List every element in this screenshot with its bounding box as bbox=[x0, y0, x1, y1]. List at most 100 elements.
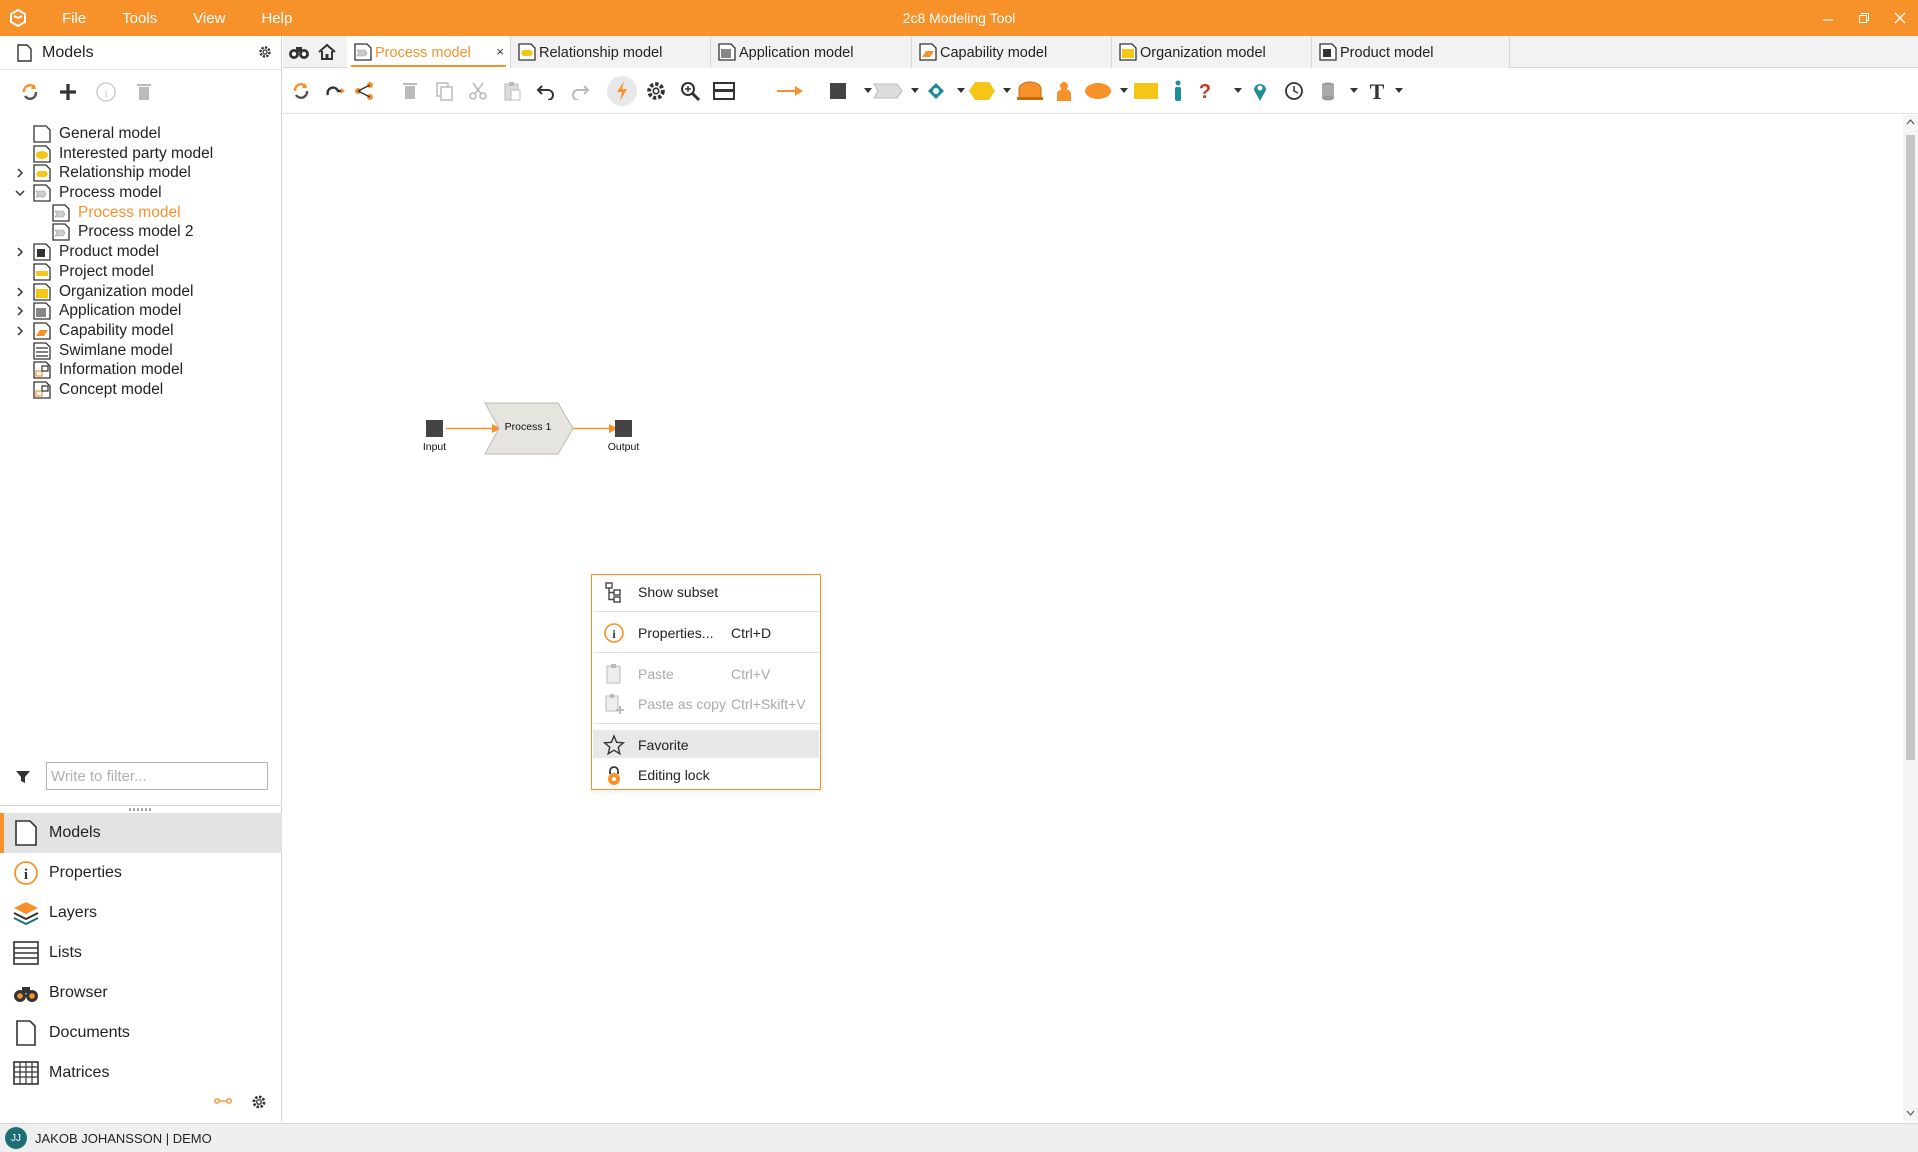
input-node[interactable] bbox=[426, 420, 443, 437]
text-tool-icon[interactable]: T bbox=[1362, 76, 1392, 106]
settings-gear-icon[interactable] bbox=[641, 76, 671, 106]
chevron-right-icon[interactable] bbox=[14, 167, 26, 179]
tab-capability-model[interactable]: Capability model bbox=[912, 36, 1112, 68]
tab-organization-model[interactable]: Organization model bbox=[1112, 36, 1312, 68]
menu-item-show-subset[interactable]: Show subset bbox=[593, 577, 819, 605]
tree-item[interactable]: Interested party model bbox=[0, 142, 282, 163]
note-shape-tool[interactable] bbox=[1131, 76, 1161, 106]
share-icon[interactable] bbox=[349, 76, 379, 106]
tree-item[interactable]: Capability model bbox=[0, 319, 282, 340]
nav-properties[interactable]: i Properties bbox=[0, 853, 282, 893]
layout-panel-icon[interactable] bbox=[709, 76, 739, 106]
tab-application-model[interactable]: Application model bbox=[711, 36, 912, 68]
link-icon[interactable] bbox=[214, 1096, 232, 1106]
nav-layers[interactable]: Layers bbox=[0, 893, 282, 933]
nav-matrices[interactable]: Matrices bbox=[0, 1053, 282, 1093]
boundary-shape-tool[interactable] bbox=[1015, 76, 1045, 106]
concept-model-icon bbox=[32, 381, 52, 399]
nav-browser[interactable]: Browser bbox=[0, 973, 282, 1013]
delete-element-button[interactable] bbox=[395, 76, 425, 106]
close-tab-icon[interactable]: × bbox=[496, 44, 504, 59]
tree-item[interactable]: Swimlane model bbox=[0, 339, 282, 360]
tree-item-label: Interested party model bbox=[59, 144, 214, 162]
vertical-scrollbar[interactable] bbox=[1903, 115, 1918, 1121]
hexagon-shape-tool[interactable] bbox=[967, 76, 997, 106]
info-button[interactable]: i bbox=[94, 80, 118, 104]
nav-documents[interactable]: Documents bbox=[0, 1013, 282, 1053]
connect-button[interactable] bbox=[320, 76, 350, 106]
undo-button[interactable] bbox=[531, 76, 561, 106]
svg-text:T: T bbox=[1370, 80, 1385, 102]
copy-button[interactable] bbox=[429, 76, 459, 106]
restore-button[interactable] bbox=[1846, 0, 1882, 36]
tree-item[interactable]: Application model bbox=[0, 299, 282, 320]
menu-file[interactable]: File bbox=[44, 10, 104, 27]
delete-button[interactable] bbox=[132, 80, 156, 104]
filter-input[interactable] bbox=[46, 762, 268, 790]
tree-item[interactable]: Concept model bbox=[0, 378, 282, 399]
redo-button[interactable] bbox=[565, 76, 595, 106]
menu-item-favorite[interactable]: Favorite bbox=[593, 730, 819, 758]
tree-item[interactable]: Relationship model bbox=[0, 161, 282, 183]
tab-product-model[interactable]: Product model bbox=[1312, 36, 1510, 68]
diagram-toolbar: ? T bbox=[283, 68, 1918, 114]
database-icon[interactable] bbox=[1313, 76, 1343, 106]
chevron-right-icon[interactable] bbox=[14, 305, 26, 317]
tree-item[interactable]: Project model bbox=[0, 260, 282, 281]
avatar[interactable]: JJ bbox=[5, 1127, 27, 1149]
location-pin-icon[interactable] bbox=[1245, 76, 1275, 106]
square-shape-tool[interactable] bbox=[823, 76, 853, 106]
ellipse-shape-tool[interactable] bbox=[1083, 76, 1113, 106]
menu-view[interactable]: View bbox=[175, 10, 243, 27]
menu-help[interactable]: Help bbox=[243, 10, 310, 27]
diamond-shape-tool[interactable] bbox=[921, 76, 951, 106]
quick-model-lightning-icon[interactable] bbox=[607, 76, 637, 106]
menu-tools[interactable]: Tools bbox=[104, 10, 175, 27]
close-window-button[interactable] bbox=[1882, 0, 1918, 36]
tree-item[interactable]: Process model bbox=[0, 181, 282, 202]
person-shape-tool[interactable] bbox=[1049, 76, 1079, 106]
panel-splitter[interactable] bbox=[0, 805, 282, 813]
nav-settings-gear-icon[interactable] bbox=[250, 1093, 268, 1111]
interested-party-model-icon bbox=[32, 145, 52, 163]
menu-item-paste-as-copy[interactable]: Paste as copy Ctrl+Skift+V bbox=[593, 689, 819, 717]
process-arrow-shape-tool[interactable] bbox=[873, 76, 903, 106]
project-model-icon bbox=[32, 263, 52, 281]
menu-item-paste[interactable]: Paste Ctrl+V bbox=[593, 659, 819, 687]
menu-item-properties[interactable]: i Properties... Ctrl+D bbox=[593, 618, 819, 646]
refresh-button[interactable] bbox=[18, 80, 42, 104]
chevron-down-icon[interactable] bbox=[14, 187, 26, 199]
zoom-icon[interactable] bbox=[675, 76, 705, 106]
chevron-right-icon[interactable] bbox=[14, 325, 26, 337]
refresh-diagram-button[interactable] bbox=[286, 76, 316, 106]
chevron-right-icon[interactable] bbox=[14, 246, 26, 258]
nav-lists[interactable]: Lists bbox=[0, 933, 282, 973]
scrollbar-thumb[interactable] bbox=[1906, 135, 1915, 760]
menu-item-editing-lock[interactable]: Editing lock bbox=[593, 760, 819, 788]
tree-item[interactable]: General model bbox=[0, 122, 282, 143]
tree-item-label: Process model bbox=[78, 203, 181, 221]
home-icon[interactable] bbox=[314, 40, 340, 64]
question-mark-tool[interactable]: ? bbox=[1190, 76, 1220, 106]
tree-item[interactable]: Product model bbox=[0, 240, 282, 261]
chevron-right-icon[interactable] bbox=[14, 286, 26, 298]
output-node[interactable] bbox=[615, 420, 632, 437]
tree-item-label: Information model bbox=[59, 361, 184, 379]
minimize-button[interactable] bbox=[1810, 0, 1846, 36]
tree-item[interactable]: Process model bbox=[0, 201, 282, 222]
panel-settings-gear-icon[interactable] bbox=[257, 44, 273, 60]
cut-button[interactable] bbox=[463, 76, 493, 106]
tree-item[interactable]: Organization model bbox=[0, 280, 282, 301]
add-model-button[interactable] bbox=[56, 80, 80, 104]
tree-item[interactable]: Information model bbox=[0, 358, 282, 379]
clock-icon[interactable] bbox=[1279, 76, 1309, 106]
diagram-canvas[interactable]: Input Process 1 Output bbox=[283, 115, 1902, 1121]
binoculars-icon[interactable] bbox=[286, 40, 312, 64]
info-figure-tool[interactable] bbox=[1163, 76, 1193, 106]
nav-models[interactable]: Models bbox=[0, 813, 282, 853]
flow-arrow-tool[interactable] bbox=[775, 76, 805, 106]
tree-item[interactable]: Process model 2 bbox=[0, 220, 282, 242]
tab-relationship-model[interactable]: Relationship model bbox=[511, 36, 711, 68]
tab-process-model[interactable]: Process model × bbox=[347, 36, 511, 68]
paste-button[interactable] bbox=[497, 76, 527, 106]
